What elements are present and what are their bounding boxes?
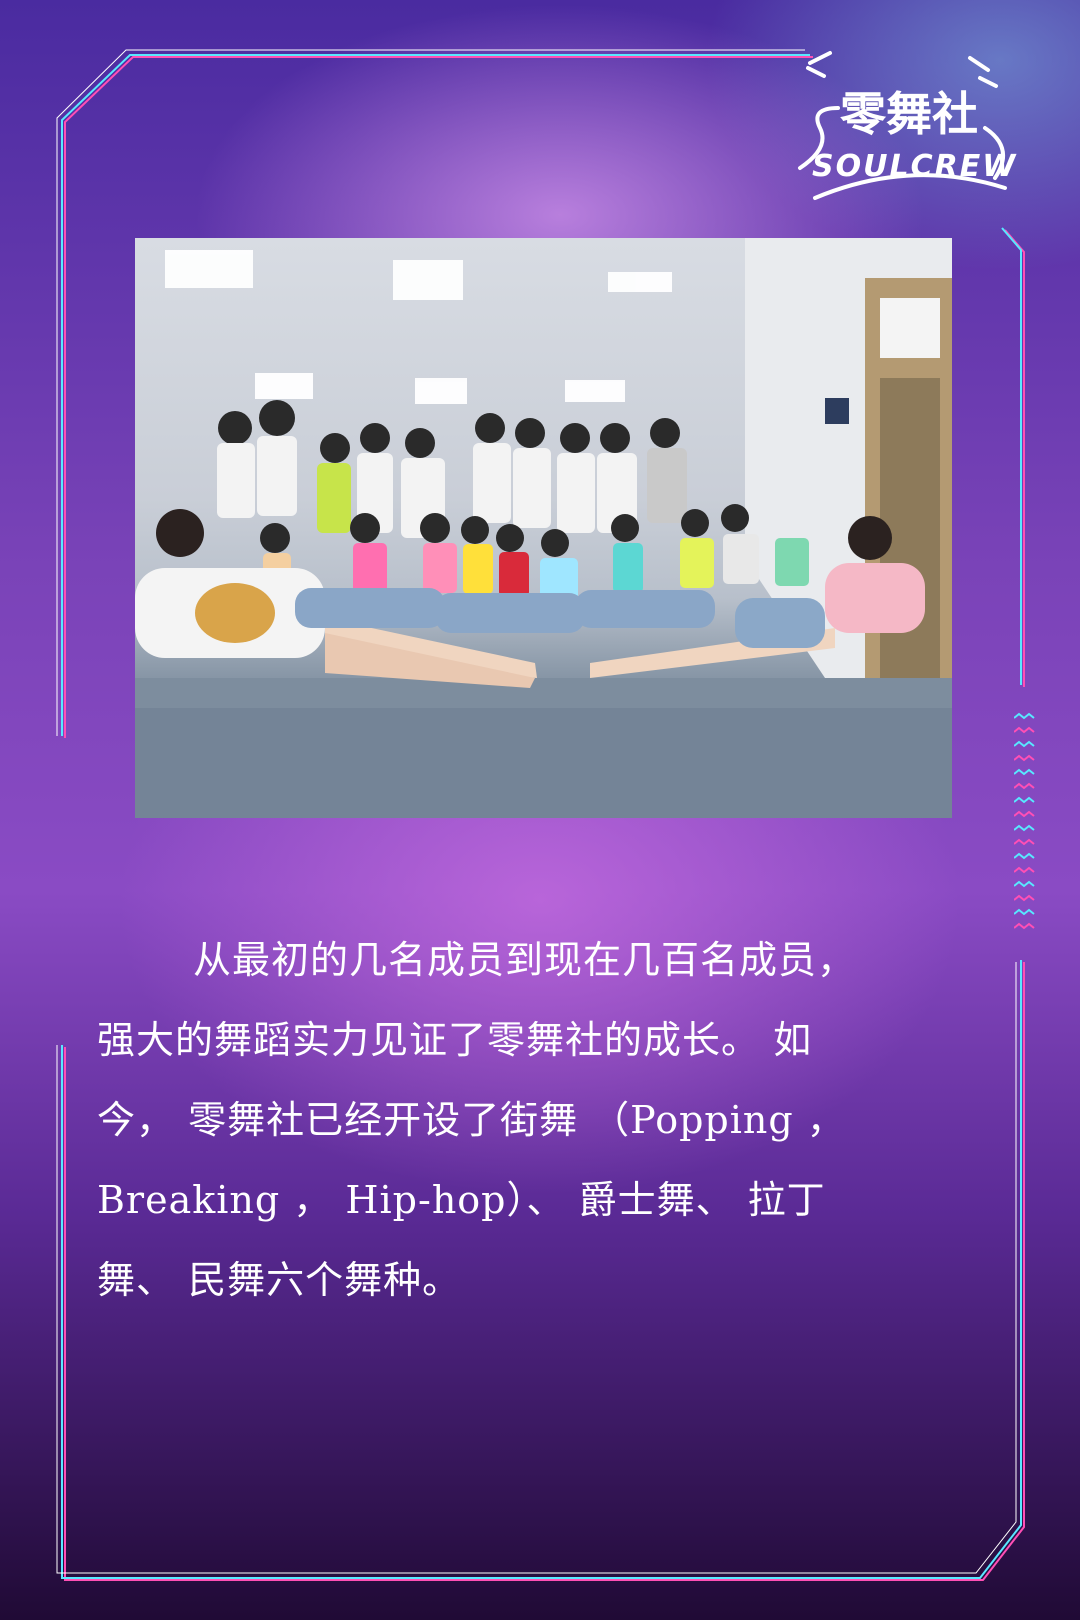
logo-cn-text: 零舞社: [840, 87, 978, 141]
paragraph-line-3: 今， 零舞社已经开设了街舞 （Popping ，: [97, 1098, 846, 1142]
zigzag-stripes: [1014, 712, 1035, 930]
paragraph-line-4: Breaking ， Hip-hop）、 爵士舞、 拉丁: [97, 1178, 826, 1222]
paragraph-line-2: 强大的舞蹈实力见证了零舞社的成长。 如: [97, 1018, 813, 1062]
group-photo: [135, 238, 952, 818]
logo-en-text: SOULCREW: [812, 149, 1017, 184]
paragraph-line-5: 舞、 民舞六个舞种。: [97, 1258, 462, 1302]
paragraph-line-1: 从最初的几名成员到现在几百名成员，: [193, 938, 857, 982]
description-paragraph: 从最初的几名成员到现在几百名成员， 强大的舞蹈实力见证了零舞社的成长。 如 今，…: [97, 920, 977, 1320]
group-photo-illustration: [135, 238, 952, 818]
soulcrew-logo: 零舞社 SOULCREW: [798, 51, 1017, 200]
